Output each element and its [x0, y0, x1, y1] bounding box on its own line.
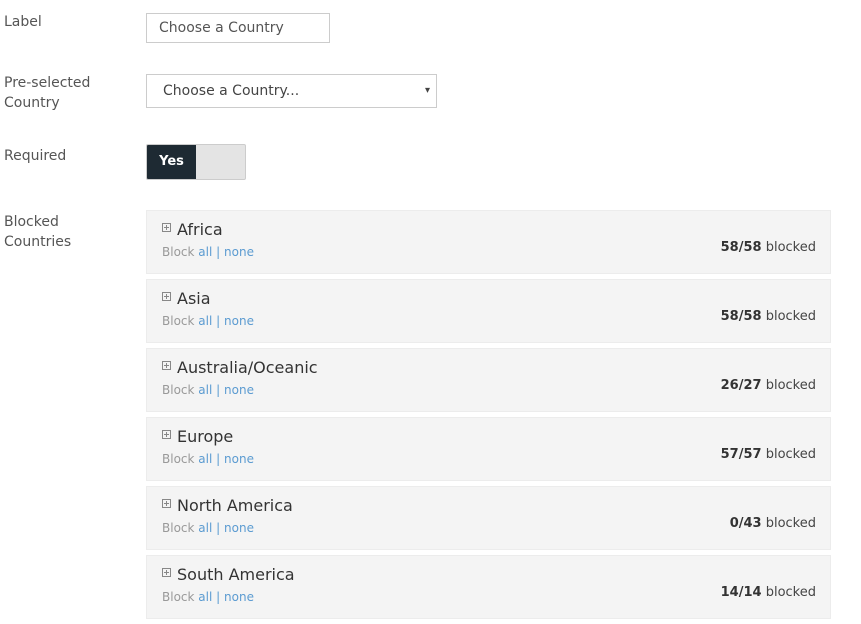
region-panel: Africa Block all | none 58/58 blocked [146, 210, 831, 274]
block-links: Block all | none [162, 451, 254, 467]
block-prefix: Block [162, 590, 195, 604]
block-none-link[interactable]: none [224, 314, 254, 328]
region-name[interactable]: South America [177, 565, 295, 585]
required-toggle-yes: Yes [147, 145, 196, 179]
region-name[interactable]: Europe [177, 427, 233, 447]
blocked-count-value: 14/14 [720, 585, 762, 600]
block-prefix: Block [162, 383, 195, 397]
block-separator: | [216, 521, 221, 535]
block-all-link[interactable]: all [198, 521, 212, 535]
plus-square-icon[interactable] [162, 361, 171, 370]
blocked-count: 58/58 blocked [721, 240, 816, 256]
region-list: Africa Block all | none 58/58 blocked As… [146, 210, 831, 624]
required-label: Required [4, 148, 67, 164]
block-none-link[interactable]: none [224, 452, 254, 466]
block-prefix: Block [162, 314, 195, 328]
block-none-link[interactable]: none [224, 245, 254, 259]
plus-square-icon[interactable] [162, 292, 171, 301]
block-separator: | [216, 314, 221, 328]
blocked-countries-label-line2: Countries [4, 234, 72, 250]
block-links: Block all | none [162, 520, 254, 536]
blocked-count-suffix: blocked [765, 309, 816, 324]
plus-square-icon[interactable] [162, 223, 171, 232]
blocked-count-value: 26/27 [720, 378, 762, 393]
block-prefix: Block [162, 452, 195, 466]
blocked-count-suffix: blocked [765, 585, 816, 600]
label-field-label: Label [4, 14, 42, 30]
blocked-count-suffix: blocked [765, 447, 816, 462]
block-prefix: Block [162, 245, 195, 259]
preselected-country-label: Pre-selected Country [4, 73, 124, 113]
caret-down-icon: ▾ [424, 85, 430, 96]
block-all-link[interactable]: all [198, 590, 212, 604]
region-panel: South America Block all | none 14/14 blo… [146, 555, 831, 619]
preselected-country-value: Choose a Country... [163, 83, 300, 99]
block-separator: | [216, 452, 221, 466]
block-none-link[interactable]: none [224, 521, 254, 535]
block-separator: | [216, 383, 221, 397]
blocked-count-value: 57/57 [720, 447, 762, 462]
blocked-countries-label-line1: Blocked [4, 214, 59, 230]
region-name[interactable]: Africa [177, 220, 223, 240]
region-name[interactable]: Asia [177, 289, 211, 309]
block-links: Block all | none [162, 589, 254, 605]
block-none-link[interactable]: none [224, 383, 254, 397]
region-panel: Australia/Oceanic Block all | none 26/27… [146, 348, 831, 412]
blocked-count-value: 58/58 [720, 309, 762, 324]
blocked-count: 14/14 blocked [721, 585, 816, 601]
blocked-count: 57/57 blocked [721, 447, 816, 463]
blocked-count-value: 58/58 [720, 240, 762, 255]
block-links: Block all | none [162, 244, 254, 260]
preselected-country-label-line1: Pre-selected [4, 75, 91, 91]
blocked-count-suffix: blocked [765, 516, 816, 531]
blocked-count: 26/27 blocked [721, 378, 816, 394]
blocked-count: 58/58 blocked [721, 309, 816, 325]
region-panel: North America Block all | none 0/43 bloc… [146, 486, 831, 550]
blocked-count-value: 0/43 [729, 516, 762, 531]
block-all-link[interactable]: all [198, 314, 212, 328]
plus-square-icon[interactable] [162, 568, 171, 577]
plus-square-icon[interactable] [162, 430, 171, 439]
block-links: Block all | none [162, 313, 254, 329]
blocked-count: 0/43 blocked [730, 516, 816, 532]
blocked-countries-label: Blocked Countries [4, 212, 124, 252]
block-none-link[interactable]: none [224, 590, 254, 604]
region-name[interactable]: North America [177, 496, 293, 516]
plus-square-icon[interactable] [162, 499, 171, 508]
label-input[interactable] [146, 13, 330, 43]
region-panel: Europe Block all | none 57/57 blocked [146, 417, 831, 481]
block-separator: | [216, 590, 221, 604]
block-all-link[interactable]: all [198, 452, 212, 466]
block-separator: | [216, 245, 221, 259]
preselected-country-select[interactable]: Choose a Country... ▾ [146, 74, 437, 108]
block-links: Block all | none [162, 382, 254, 398]
region-name[interactable]: Australia/Oceanic [177, 358, 318, 378]
block-all-link[interactable]: all [198, 245, 212, 259]
blocked-count-suffix: blocked [765, 378, 816, 393]
block-all-link[interactable]: all [198, 383, 212, 397]
blocked-count-suffix: blocked [765, 240, 816, 255]
block-prefix: Block [162, 521, 195, 535]
region-panel: Asia Block all | none 58/58 blocked [146, 279, 831, 343]
required-toggle[interactable]: Yes [146, 144, 246, 180]
preselected-country-label-line2: Country [4, 95, 60, 111]
